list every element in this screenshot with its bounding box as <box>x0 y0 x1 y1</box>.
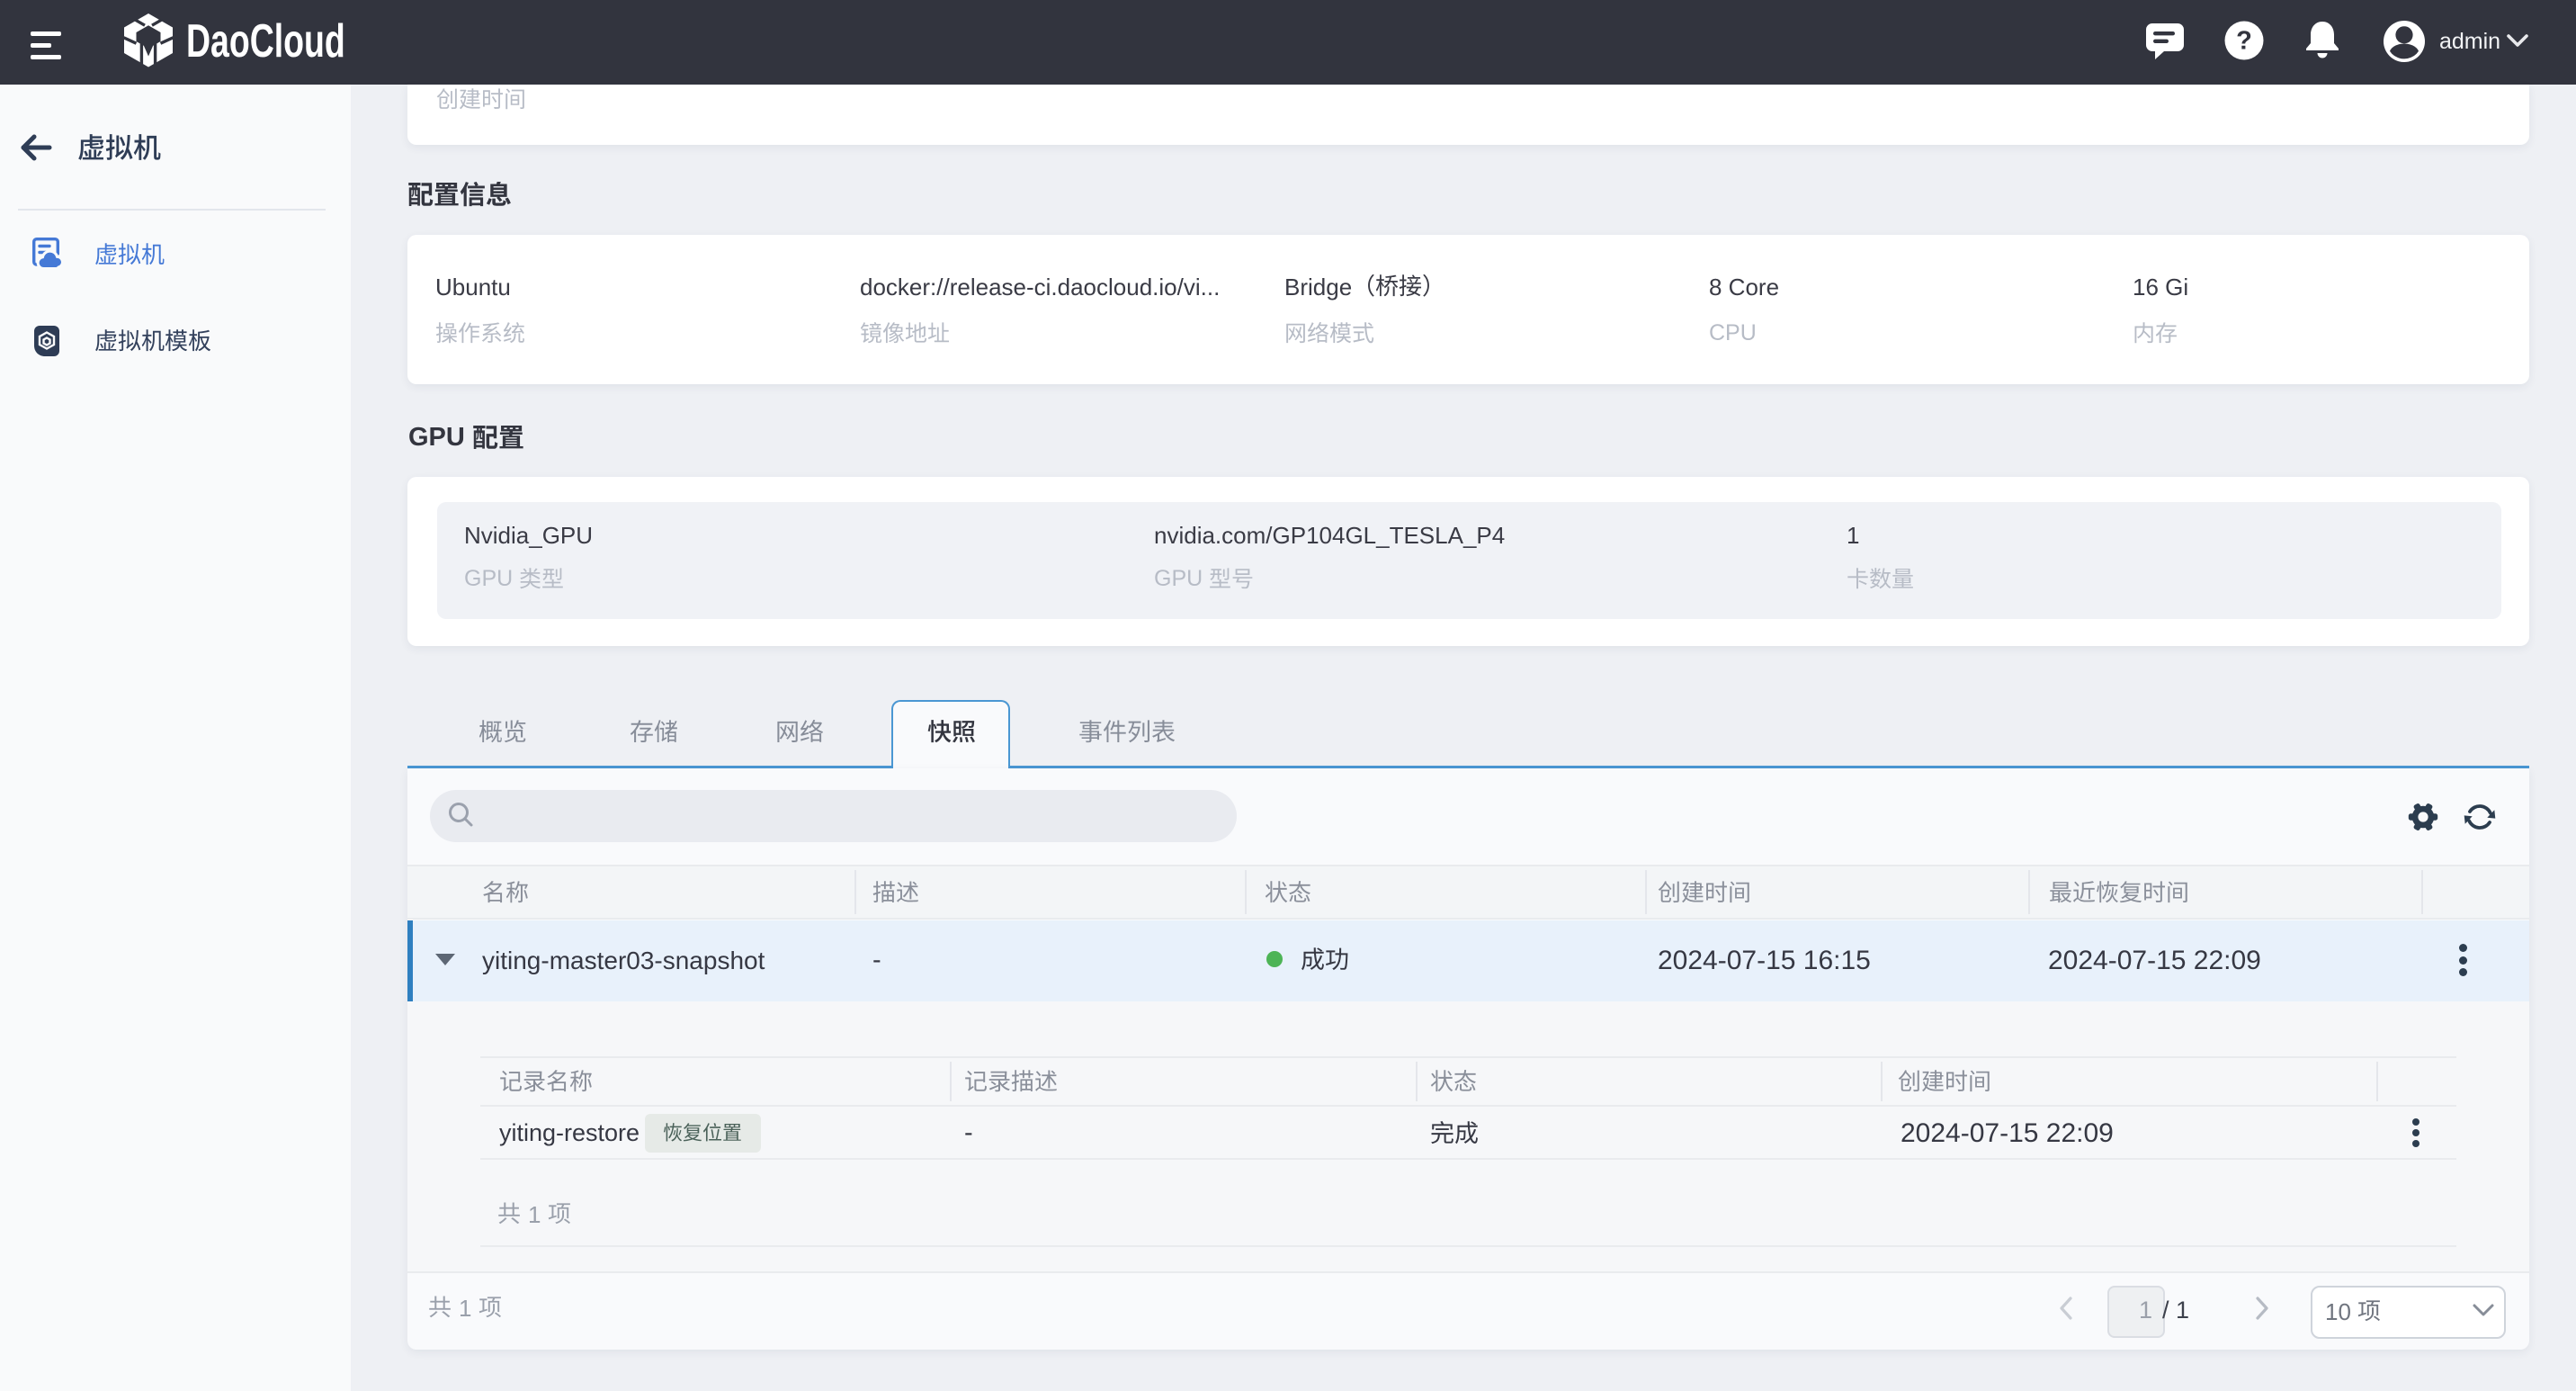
svg-text:?: ? <box>2236 27 2252 56</box>
